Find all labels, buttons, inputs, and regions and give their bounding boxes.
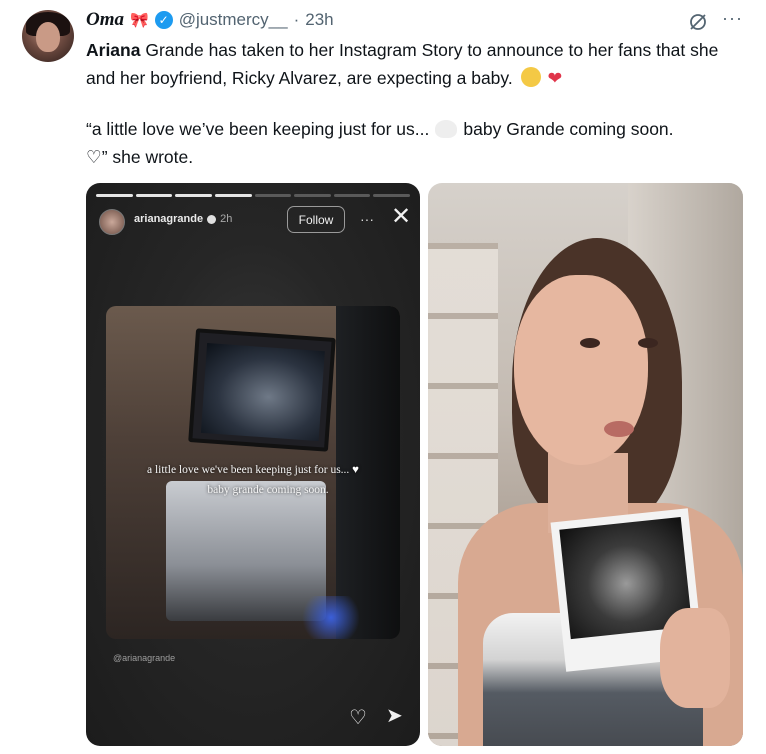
red-heart-emoji-icon: ❤: [547, 68, 563, 88]
story-time: 2h: [220, 213, 233, 225]
pleading-face-emoji-icon: [520, 67, 541, 87]
avatar-face: [36, 22, 60, 52]
hand: [660, 608, 730, 708]
media-image-photo[interactable]: [428, 183, 743, 746]
story-user[interactable]: arianagrande 2h: [134, 213, 232, 225]
eye-left: [580, 338, 600, 348]
mouth: [604, 421, 634, 437]
tweet-header: Oma 🎀 ✓ @justmercy__ · 23h: [86, 9, 334, 31]
bow-icon: 🎀: [130, 12, 149, 29]
white-heart-emoji-icon: [435, 120, 458, 138]
story-caption-line-1: a little love we've been keeping just fo…: [106, 464, 400, 476]
story-tag: @arianagrande: [113, 653, 176, 663]
verified-icon: ✓: [154, 11, 173, 29]
heart-icon[interactable]: ♡: [349, 705, 367, 730]
caption-text-1: a little love we've been keeping just fo…: [146, 464, 350, 476]
more-icon[interactable]: ···: [722, 8, 743, 29]
tweet-text-paragraph-1: Ariana Grande has taken to her Instagram…: [86, 36, 736, 92]
timestamp[interactable]: 23h: [305, 10, 333, 30]
tweet-text-paragraph-2: “a little love we’ve been keeping just f…: [86, 115, 736, 171]
send-icon[interactable]: ➤: [386, 703, 403, 728]
handle[interactable]: @justmercy__: [179, 10, 288, 30]
story-username: arianagrande: [134, 213, 204, 225]
blue-light: [296, 596, 366, 639]
story-caption-line-2: baby grande coming soon.: [207, 484, 329, 496]
eye-right: [638, 338, 658, 348]
display-name[interactable]: Oma: [86, 9, 124, 31]
story-progress-bar: [96, 194, 410, 197]
quote-tail: ♡” she wrote.: [86, 147, 194, 167]
caption-heart-icon: ♥: [352, 464, 359, 476]
story-avatar[interactable]: [99, 209, 125, 235]
ultrasound-room-photo: a little love we've been keeping just fo…: [106, 306, 400, 639]
follow-button[interactable]: Follow: [287, 206, 345, 233]
quote-start: “a little love we’ve been keeping just f…: [86, 119, 430, 139]
face: [514, 275, 648, 465]
avatar[interactable]: [22, 10, 74, 62]
close-icon[interactable]: ✕: [391, 205, 411, 229]
tweet-post: Oma 🎀 ✓ @justmercy__ · 23h ··· Ariana Gr…: [0, 0, 766, 754]
tweet-text-bold: Ariana: [86, 40, 141, 60]
story-verified-icon: [207, 214, 217, 224]
tweet-text-body: Grande has taken to her Instagram Story …: [86, 40, 719, 88]
separator-dot: ·: [293, 10, 300, 29]
grok-icon[interactable]: [688, 12, 708, 32]
quote-end: baby Grande coming soon.: [463, 119, 674, 139]
ultrasound-monitor: [188, 328, 336, 452]
story-more-icon[interactable]: ···: [360, 211, 374, 227]
media-image-story[interactable]: arianagrande 2h Follow ··· ✕ a little lo…: [86, 183, 420, 746]
